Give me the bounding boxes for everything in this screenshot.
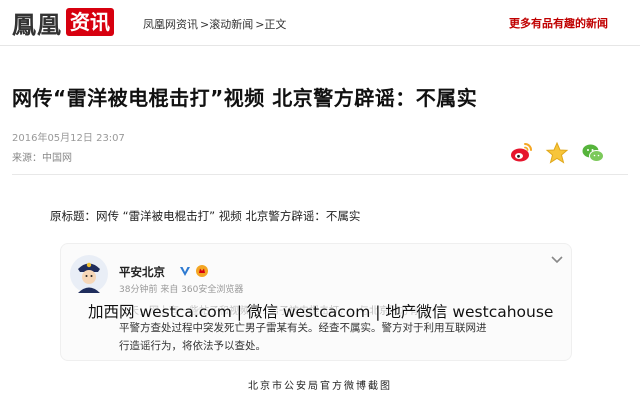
breadcrumb-rolling-news-link[interactable]: >滚动新闻: [200, 18, 253, 31]
article-source: 来源：中国网: [12, 153, 72, 164]
chevron-down-icon[interactable]: [551, 256, 563, 264]
breadcrumb: 凤凰网资讯 >滚动新闻 >正文: [143, 16, 288, 32]
site-header: 鳳凰 资讯 凤凰网资讯 >滚动新闻 >正文 更多有品有趣的新闻: [0, 0, 640, 46]
weibo-text-line: 行造谣行为，将依法予以查处。: [119, 340, 266, 352]
logo-brand: 鳳凰: [12, 9, 62, 39]
wechat-icon[interactable]: [581, 141, 605, 165]
logo-section-badge: 资讯: [66, 8, 114, 36]
weibo-account-name[interactable]: 平安北京: [119, 264, 165, 280]
weibo-icon[interactable]: [509, 141, 533, 165]
site-logo[interactable]: 鳳凰 资讯: [12, 7, 114, 39]
watermark: 加西网 westca.com | 微信 westcacom | 地产微信 wes…: [88, 303, 554, 321]
image-caption: 北京市公安局官方微博截图: [248, 381, 392, 392]
share-bar: [509, 141, 605, 165]
publish-date: 2016年05月12日 23:07: [12, 133, 125, 144]
header-divider: [12, 174, 628, 175]
original-title: 原标题：网传 “雷洋被电棍击打” 视频 北京警方辟谣：不属实: [50, 209, 361, 223]
breadcrumb-current: >正文: [255, 18, 287, 31]
star-icon[interactable]: [545, 141, 569, 165]
more-news-link[interactable]: 更多有品有趣的新闻: [509, 15, 608, 31]
article-title: 网传“雷洋被电棍击打”视频 北京警方辟谣：不属实: [12, 86, 478, 110]
weibo-text-line: 平警方查处过程中突发死亡男子雷某有关。经查不属实。警方对于利用互联网进: [119, 322, 487, 334]
member-badge-icon: [196, 265, 208, 277]
police-avatar-icon: [70, 255, 108, 293]
weibo-meta: 38分钟前 来自 360安全浏览器: [119, 285, 244, 295]
breadcrumb-home-link[interactable]: 凤凰网资讯: [143, 18, 198, 31]
verified-v-icon: [180, 267, 190, 276]
